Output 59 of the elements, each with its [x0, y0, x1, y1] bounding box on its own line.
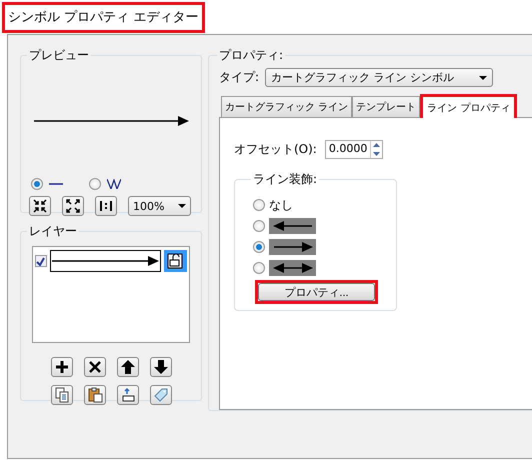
add-icon [54, 359, 70, 375]
paste-icon [86, 387, 102, 403]
expand-icon [65, 198, 81, 214]
up-arrow-icon [120, 359, 136, 375]
tray-icon [120, 387, 136, 403]
check-icon [36, 256, 46, 266]
zigzag-icon [107, 179, 121, 189]
shrink-icon [32, 198, 48, 214]
tag-button[interactable] [150, 385, 172, 405]
radio-button[interactable] [253, 241, 265, 253]
radio-button[interactable] [253, 220, 265, 232]
option-label: なし [269, 196, 293, 214]
type-dropdown[interactable]: カートグラフィック ライン シンボル [265, 68, 494, 87]
type-label: タイプ: [219, 69, 260, 86]
caret-icon [373, 152, 380, 156]
arrow-icon [272, 263, 312, 273]
visibility-checkbox[interactable] [35, 255, 47, 267]
radio-button[interactable] [31, 178, 43, 190]
delete-icon [86, 359, 102, 375]
line-icon [49, 181, 63, 187]
offset-field[interactable]: 0.0000 [324, 140, 383, 159]
properties-button[interactable]: プロパティ... [258, 283, 375, 301]
delete-button[interactable] [84, 357, 106, 377]
layers-label: レイヤー [28, 223, 78, 240]
actual-size-icon [98, 198, 114, 214]
tab[interactable]: ライン プロパティ [420, 94, 518, 118]
preview-label: プレビュー [28, 47, 90, 64]
radio-button[interactable] [89, 178, 101, 190]
tag-icon [152, 387, 168, 403]
copy-icon [54, 387, 70, 403]
caret-icon [479, 76, 488, 80]
tab[interactable]: カートグラフィック ライン [221, 96, 352, 117]
copy-button[interactable] [50, 385, 72, 405]
down-arrow-button[interactable] [150, 357, 172, 377]
offset-label: オフセット(O): [234, 141, 317, 158]
spin-up-button[interactable] [371, 141, 382, 150]
down-arrow-icon [152, 359, 168, 375]
radio-button[interactable] [253, 199, 265, 211]
shrink-button[interactable] [29, 196, 51, 216]
up-arrow-button[interactable] [116, 357, 138, 377]
properties-label: プロパティ: [218, 47, 284, 64]
zoom-dropdown[interactable]: 100% [128, 196, 191, 216]
paste-button[interactable] [84, 385, 106, 405]
spin-down-button[interactable] [371, 150, 382, 158]
tab[interactable]: テンプレート [352, 96, 420, 117]
lock-icon [167, 253, 184, 269]
arrow-icon [272, 221, 312, 231]
up-caret-icon [373, 143, 380, 148]
decoration-label: ライン装飾: [252, 171, 318, 188]
caret-icon [178, 204, 186, 208]
arrow-icon [272, 242, 312, 252]
tray-button[interactable] [116, 385, 138, 405]
expand-button[interactable] [62, 196, 84, 216]
radio-button[interactable] [253, 262, 265, 274]
window-title: シンボル プロパティ エディター [2, 2, 206, 33]
add-button[interactable] [50, 357, 72, 377]
actual-size-button[interactable] [95, 196, 117, 216]
layer-preview[interactable] [50, 250, 161, 272]
lock-toggle[interactable] [164, 250, 187, 272]
